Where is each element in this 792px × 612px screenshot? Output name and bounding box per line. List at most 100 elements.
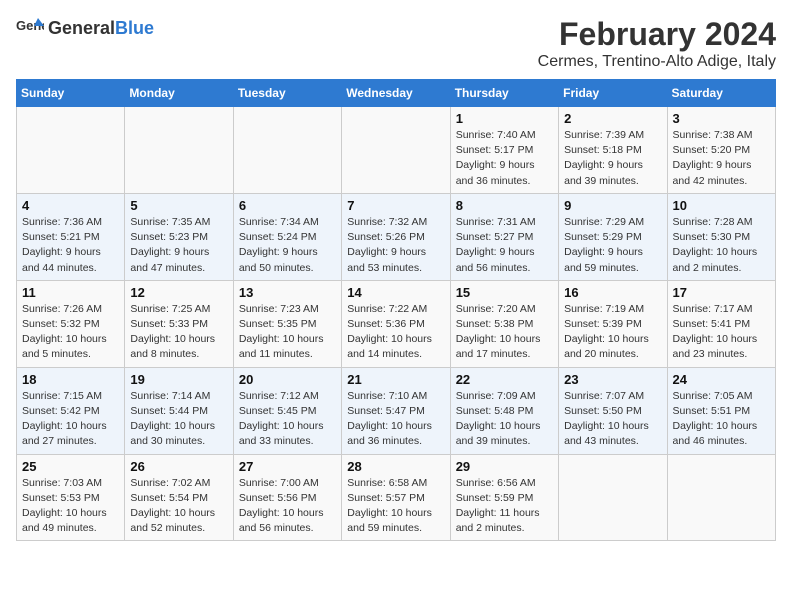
week-row-3: 11 Sunrise: 7:26 AM Sunset: 5:32 PM Dayli… xyxy=(17,280,776,367)
week-row-5: 25Sunrise: 7:03 AM Sunset: 5:53 PM Dayli… xyxy=(17,454,776,541)
day-cell: 3 Sunrise: 7:38 AM Sunset: 5:20 PM Daylig… xyxy=(667,107,775,194)
day-info: Sunrise: 7:34 AM Sunset: 5:24 PM Dayligh… xyxy=(239,215,336,276)
day-cell: 27 Sunrise: 7:00 AM Sunset: 5:56 PM Dayli… xyxy=(233,454,341,541)
day-info: Sunrise: 7:22 AM Sunset: 5:36 PM Dayligh… xyxy=(347,302,444,363)
day-cell: 25Sunrise: 7:03 AM Sunset: 5:53 PM Dayli… xyxy=(17,454,125,541)
col-header-thursday: Thursday xyxy=(450,80,558,107)
day-number: 28 xyxy=(347,459,444,474)
day-cell xyxy=(342,107,450,194)
day-cell: 16 Sunrise: 7:19 AM Sunset: 5:39 PM Dayli… xyxy=(559,280,667,367)
day-number: 16 xyxy=(564,285,661,300)
day-number: 13 xyxy=(239,285,336,300)
day-cell: 11 Sunrise: 7:26 AM Sunset: 5:32 PM Dayli… xyxy=(17,280,125,367)
day-number: 6 xyxy=(239,198,336,213)
col-header-friday: Friday xyxy=(559,80,667,107)
day-cell: 22 Sunrise: 7:09 AM Sunset: 5:48 PM Dayli… xyxy=(450,367,558,454)
day-cell: 1 Sunrise: 7:40 AM Sunset: 5:17 PM Daylig… xyxy=(450,107,558,194)
day-cell xyxy=(233,107,341,194)
day-number: 3 xyxy=(673,111,770,126)
day-number: 10 xyxy=(673,198,770,213)
day-info: Sunrise: 7:09 AM Sunset: 5:48 PM Dayligh… xyxy=(456,389,553,450)
day-info: Sunrise: 7:29 AM Sunset: 5:29 PM Dayligh… xyxy=(564,215,661,276)
day-number: 7 xyxy=(347,198,444,213)
day-info: Sunrise: 7:05 AM Sunset: 5:51 PM Dayligh… xyxy=(673,389,770,450)
day-cell xyxy=(125,107,233,194)
day-cell: 20Sunrise: 7:12 AM Sunset: 5:45 PM Dayli… xyxy=(233,367,341,454)
day-info: Sunrise: 7:14 AM Sunset: 5:44 PM Dayligh… xyxy=(130,389,227,450)
day-info: Sunrise: 7:38 AM Sunset: 5:20 PM Dayligh… xyxy=(673,128,770,189)
day-number: 12 xyxy=(130,285,227,300)
main-title: February 2024 xyxy=(538,16,776,53)
day-number: 18 xyxy=(22,372,119,387)
col-header-tuesday: Tuesday xyxy=(233,80,341,107)
week-row-2: 4 Sunrise: 7:36 AM Sunset: 5:21 PM Daylig… xyxy=(17,193,776,280)
logo-blue: Blue xyxy=(115,18,154,38)
day-info: Sunrise: 7:19 AM Sunset: 5:39 PM Dayligh… xyxy=(564,302,661,363)
day-cell: 24Sunrise: 7:05 AM Sunset: 5:51 PM Dayli… xyxy=(667,367,775,454)
day-cell: 10 Sunrise: 7:28 AM Sunset: 5:30 PM Dayli… xyxy=(667,193,775,280)
day-number: 21 xyxy=(347,372,444,387)
week-row-1: 1 Sunrise: 7:40 AM Sunset: 5:17 PM Daylig… xyxy=(17,107,776,194)
day-info: Sunrise: 7:10 AM Sunset: 5:47 PM Dayligh… xyxy=(347,389,444,450)
day-number: 26 xyxy=(130,459,227,474)
day-info: Sunrise: 7:25 AM Sunset: 5:33 PM Dayligh… xyxy=(130,302,227,363)
day-number: 20 xyxy=(239,372,336,387)
title-area: February 2024 Cermes, Trentino-Alto Adig… xyxy=(538,16,776,71)
col-header-saturday: Saturday xyxy=(667,80,775,107)
day-cell: 4 Sunrise: 7:36 AM Sunset: 5:21 PM Daylig… xyxy=(17,193,125,280)
day-cell: 21 Sunrise: 7:10 AM Sunset: 5:47 PM Dayli… xyxy=(342,367,450,454)
day-number: 4 xyxy=(22,198,119,213)
day-number: 5 xyxy=(130,198,227,213)
day-cell xyxy=(559,454,667,541)
day-number: 15 xyxy=(456,285,553,300)
day-info: Sunrise: 7:15 AM Sunset: 5:42 PM Dayligh… xyxy=(22,389,119,450)
day-cell: 12 Sunrise: 7:25 AM Sunset: 5:33 PM Dayli… xyxy=(125,280,233,367)
col-header-wednesday: Wednesday xyxy=(342,80,450,107)
col-header-monday: Monday xyxy=(125,80,233,107)
day-number: 1 xyxy=(456,111,553,126)
day-info: Sunrise: 7:40 AM Sunset: 5:17 PM Dayligh… xyxy=(456,128,553,189)
day-info: Sunrise: 7:36 AM Sunset: 5:21 PM Dayligh… xyxy=(22,215,119,276)
day-number: 8 xyxy=(456,198,553,213)
day-number: 19 xyxy=(130,372,227,387)
logo: General GeneralBlue xyxy=(16,16,154,40)
day-info: Sunrise: 7:26 AM Sunset: 5:32 PM Dayligh… xyxy=(22,302,119,363)
logo-icon: General xyxy=(16,16,44,40)
header: General GeneralBlue February 2024 Cermes… xyxy=(16,16,776,71)
day-cell: 19 Sunrise: 7:14 AM Sunset: 5:44 PM Dayli… xyxy=(125,367,233,454)
day-number: 17 xyxy=(673,285,770,300)
calendar-table: SundayMondayTuesdayWednesdayThursdayFrid… xyxy=(16,79,776,541)
day-cell xyxy=(667,454,775,541)
day-number: 22 xyxy=(456,372,553,387)
day-info: Sunrise: 6:58 AM Sunset: 5:57 PM Dayligh… xyxy=(347,476,444,537)
day-info: Sunrise: 7:39 AM Sunset: 5:18 PM Dayligh… xyxy=(564,128,661,189)
day-cell: 17Sunrise: 7:17 AM Sunset: 5:41 PM Dayli… xyxy=(667,280,775,367)
day-info: Sunrise: 7:35 AM Sunset: 5:23 PM Dayligh… xyxy=(130,215,227,276)
day-info: Sunrise: 7:03 AM Sunset: 5:53 PM Dayligh… xyxy=(22,476,119,537)
day-cell: 9 Sunrise: 7:29 AM Sunset: 5:29 PM Daylig… xyxy=(559,193,667,280)
day-number: 11 xyxy=(22,285,119,300)
day-info: Sunrise: 7:28 AM Sunset: 5:30 PM Dayligh… xyxy=(673,215,770,276)
day-cell: 2 Sunrise: 7:39 AM Sunset: 5:18 PM Daylig… xyxy=(559,107,667,194)
day-info: Sunrise: 7:07 AM Sunset: 5:50 PM Dayligh… xyxy=(564,389,661,450)
col-header-sunday: Sunday xyxy=(17,80,125,107)
day-info: Sunrise: 7:23 AM Sunset: 5:35 PM Dayligh… xyxy=(239,302,336,363)
week-row-4: 18 Sunrise: 7:15 AM Sunset: 5:42 PM Dayli… xyxy=(17,367,776,454)
day-cell: 26 Sunrise: 7:02 AM Sunset: 5:54 PM Dayli… xyxy=(125,454,233,541)
day-number: 23 xyxy=(564,372,661,387)
day-number: 29 xyxy=(456,459,553,474)
day-number: 27 xyxy=(239,459,336,474)
day-number: 2 xyxy=(564,111,661,126)
day-cell: 29Sunrise: 6:56 AM Sunset: 5:59 PM Dayli… xyxy=(450,454,558,541)
day-cell: 18 Sunrise: 7:15 AM Sunset: 5:42 PM Dayli… xyxy=(17,367,125,454)
day-cell: 7 Sunrise: 7:32 AM Sunset: 5:26 PM Daylig… xyxy=(342,193,450,280)
sub-title: Cermes, Trentino-Alto Adige, Italy xyxy=(538,53,776,71)
day-number: 9 xyxy=(564,198,661,213)
day-cell: 13 Sunrise: 7:23 AM Sunset: 5:35 PM Dayli… xyxy=(233,280,341,367)
day-info: Sunrise: 7:32 AM Sunset: 5:26 PM Dayligh… xyxy=(347,215,444,276)
day-info: Sunrise: 7:00 AM Sunset: 5:56 PM Dayligh… xyxy=(239,476,336,537)
day-cell: 8Sunrise: 7:31 AM Sunset: 5:27 PM Daylig… xyxy=(450,193,558,280)
day-info: Sunrise: 7:02 AM Sunset: 5:54 PM Dayligh… xyxy=(130,476,227,537)
logo-general: General xyxy=(48,18,115,38)
day-cell xyxy=(17,107,125,194)
